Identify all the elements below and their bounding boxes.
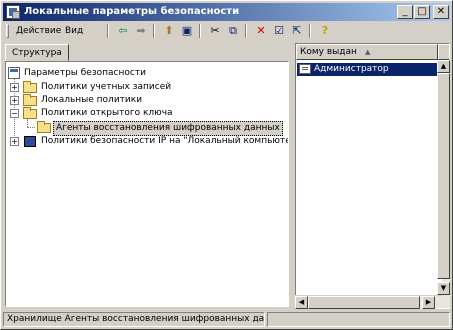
up-folder-icon[interactable]: ⬆	[161, 24, 177, 38]
scroll-down-button[interactable]: ▼	[437, 282, 450, 295]
export-list-icon[interactable]: ⇱	[289, 24, 305, 38]
sort-ascending-icon: ▲	[365, 48, 371, 56]
show-tree-icon[interactable]: ▣	[179, 24, 195, 38]
column-header-filler	[438, 44, 449, 60]
app-window: Локальные параметры безопасности _ □ ✕ Д…	[0, 0, 453, 330]
certificate-icon	[299, 64, 311, 74]
menu-view[interactable]: Вид	[61, 24, 87, 38]
tree-item-label: Политики безопасности IP на "Локальный к…	[41, 136, 289, 146]
ip-policy-icon	[24, 136, 36, 147]
folder-icon	[37, 121, 51, 133]
copy-icon[interactable]: ⧉	[225, 24, 241, 38]
column-header-label: Кому выдан	[300, 47, 357, 57]
vertical-scrollbar[interactable]: ▲ ▼	[437, 60, 450, 308]
collapse-toggle[interactable]: −	[10, 109, 19, 118]
tree-item-label: Агенты восстановления шифрованных данных	[53, 121, 283, 136]
tree-item-label: Локальные политики	[41, 95, 143, 105]
tree-connector	[27, 119, 28, 127]
cut-icon[interactable]: ✂	[207, 24, 223, 38]
properties-icon[interactable]: ☑	[271, 24, 287, 38]
help-icon[interactable]: ?	[317, 24, 333, 38]
window-title: Локальные параметры безопасности	[24, 6, 240, 17]
column-header-issued-to[interactable]: Кому выдан ▲	[296, 44, 438, 60]
title-bar[interactable]: Локальные параметры безопасности _ □ ✕	[3, 3, 450, 21]
toolbar-separator	[153, 24, 155, 38]
menu-toolbar-bar: Действие Вид ⇦ ➡ ⬆ ▣ ✂ ⧉ ✕ ☑ ⇱ ?	[3, 21, 450, 41]
tree-tab-area: Структура	[3, 41, 291, 61]
maximize-button[interactable]: □	[414, 5, 430, 19]
expand-toggle[interactable]: +	[10, 96, 19, 105]
open-folder-icon	[23, 107, 37, 119]
close-button[interactable]: ✕	[433, 5, 449, 19]
toolbar-separator	[199, 24, 201, 38]
scroll-thumb[interactable]	[308, 296, 420, 309]
toolbar-separator	[107, 24, 109, 38]
expand-toggle[interactable]: +	[10, 137, 19, 146]
status-text: Хранилище Агенты восстановления шифрован…	[3, 312, 265, 327]
menu-grip[interactable]	[6, 24, 9, 38]
scroll-right-button[interactable]: ▶	[422, 296, 435, 309]
tree-item-label: Политики открытого ключа	[41, 108, 173, 118]
scroll-up-button[interactable]: ▲	[437, 60, 450, 73]
tree-item-label: Политики учетных записей	[41, 82, 172, 92]
toolbar-separator	[245, 24, 247, 38]
horizontal-scrollbar[interactable]: ◀ ▶	[295, 295, 442, 309]
list-item[interactable]: Администратор	[297, 63, 449, 76]
tab-structure[interactable]: Структура	[5, 44, 69, 61]
toolbar-separator	[309, 24, 311, 38]
expand-toggle[interactable]: +	[10, 83, 19, 92]
app-icon[interactable]	[6, 5, 20, 19]
scroll-thumb[interactable]	[437, 73, 450, 279]
forward-arrow-icon[interactable]: ➡	[133, 24, 149, 38]
status-bar: Хранилище Агенты восстановления шифрован…	[3, 311, 450, 328]
tree-connector	[27, 127, 35, 128]
console-tree[interactable]: Параметры безопасности + Политики учетны…	[5, 61, 289, 307]
back-arrow-icon[interactable]: ⇦	[115, 24, 131, 38]
list-item-label: Администратор	[314, 64, 389, 74]
delete-icon[interactable]: ✕	[253, 24, 269, 38]
folder-icon	[23, 81, 37, 93]
folder-icon	[23, 94, 37, 106]
security-settings-icon	[8, 67, 20, 79]
tree-item-label: Параметры безопасности	[24, 68, 146, 78]
scroll-left-button[interactable]: ◀	[295, 296, 308, 309]
details-list[interactable]: Кому выдан ▲ Администратор	[295, 43, 450, 309]
minimize-button[interactable]: _	[397, 5, 413, 19]
menu-action[interactable]: Действие	[12, 24, 65, 38]
status-panel-empty	[267, 312, 450, 327]
